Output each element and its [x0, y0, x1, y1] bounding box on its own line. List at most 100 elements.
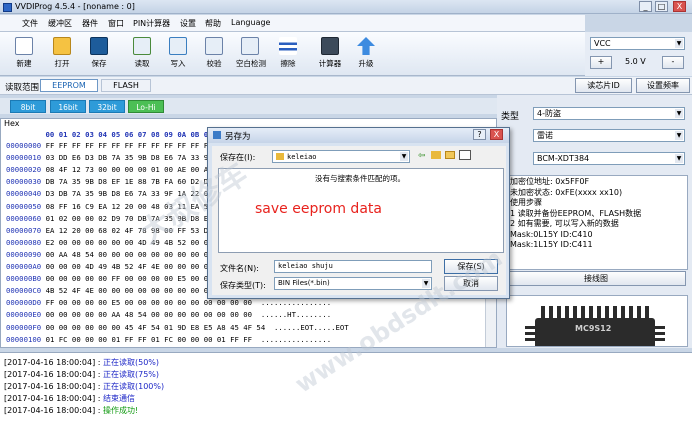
verify-icon	[205, 37, 223, 55]
new-button[interactable]: 新建	[10, 35, 38, 75]
chevron-down-icon: ▼	[675, 109, 683, 118]
power-panel: VCC ▼ + 5.0 V -	[585, 32, 692, 76]
new-folder-icon[interactable]	[445, 151, 455, 159]
upgrade-button[interactable]: 升级	[352, 35, 380, 75]
chip-package-icon	[525, 306, 665, 346]
menu-pin-calc[interactable]: PIN计算器	[133, 18, 170, 29]
cancel-dialog-button[interactable]: 取消	[444, 276, 498, 291]
hex-row: 000000D0 FF 00 00 00 00 E5 00 00 00 00 0…	[6, 298, 331, 309]
type-label: 类型	[501, 112, 520, 122]
log-line: [2017-04-16 18:00:04] : 正在读取(100%)	[4, 382, 165, 391]
menu-settings[interactable]: 设置	[180, 18, 196, 29]
hex-address: 000000C0	[6, 286, 42, 296]
hex-address: 00000010	[6, 153, 42, 163]
log-line: [2017-04-16 18:00:04] : 正在读取(75%)	[4, 370, 160, 379]
annotation-text: save eeprom data	[255, 201, 382, 217]
save-in-label: 保存在(I):	[220, 153, 256, 162]
calculator-icon	[321, 37, 339, 55]
back-icon[interactable]: ⇦	[418, 151, 426, 161]
filetype-select[interactable]: BIN Files(*.bin) ▼	[274, 277, 432, 290]
read-chip-id-button[interactable]: 读芯片ID	[575, 78, 632, 93]
tab-flash[interactable]: FLASH	[101, 79, 151, 92]
chevron-down-icon: ▼	[675, 131, 683, 140]
blank-check-icon	[241, 37, 259, 55]
filename-input[interactable]: keleiao shuju	[274, 260, 432, 273]
filename-label: 文件名(N):	[220, 264, 259, 273]
type-select[interactable]: 4-防盗 ▼	[533, 107, 685, 120]
calculator-button[interactable]: 计算器	[316, 35, 344, 75]
view-lohi-button[interactable]: Lo-Hi	[128, 100, 164, 113]
minimize-button[interactable]: _	[639, 1, 652, 12]
hex-bytes[interactable]: FF 00 00 00 00 E5 00 00 00 00 00 00 00 0…	[46, 298, 332, 307]
model-select[interactable]: BCM-XDT384 ▼	[533, 152, 685, 165]
empty-message: 没有与搜索条件匹配的项。	[315, 174, 405, 183]
blank-check-button[interactable]: 空白检测	[236, 35, 266, 75]
write-button[interactable]: 写入	[164, 35, 192, 75]
hex-bytes[interactable]: 00 00 00 00 00 00 45 4F 54 01 9D E8 E5 A…	[46, 323, 349, 332]
voltage-down-button[interactable]: -	[662, 56, 684, 69]
hex-address: 000000D0	[6, 298, 42, 308]
vendor-select[interactable]: 雷诺 ▼	[533, 129, 685, 142]
save-button[interactable]: 保存	[85, 35, 113, 75]
new-file-icon	[15, 37, 33, 55]
view-16bit-button[interactable]: 16bit	[50, 100, 86, 113]
close-button[interactable]: X	[673, 1, 686, 12]
write-chip-icon	[169, 37, 187, 55]
wiring-diagram-button[interactable]: 接线图	[506, 271, 686, 286]
help-button[interactable]: ?	[473, 129, 486, 140]
chevron-down-icon: ▼	[675, 39, 683, 48]
power-select[interactable]: VCC ▼	[590, 37, 685, 50]
menu-file[interactable]: 文件	[22, 18, 38, 29]
save-in-select[interactable]: keleiao ▼	[272, 150, 410, 163]
dialog-close-button[interactable]: X	[490, 129, 503, 140]
read-range-label: 读取范围	[5, 83, 40, 93]
menu-help[interactable]: 帮助	[205, 18, 221, 29]
tab-eeprom[interactable]: EEPROM	[40, 79, 98, 92]
hex-bytes[interactable]: 00 00 00 00 00 AA 48 54 00 00 00 00 00 0…	[46, 310, 332, 319]
menu-window[interactable]: 窗口	[108, 18, 124, 29]
verify-button[interactable]: 校验	[200, 35, 228, 75]
read-button[interactable]: 读取	[128, 35, 156, 75]
voltage-value: 5.0 V	[625, 57, 646, 66]
save-dialog-button[interactable]: 保存(S)	[444, 259, 498, 274]
hex-address: 000000F0	[6, 322, 42, 332]
set-frequency-button[interactable]: 设置频率	[636, 78, 690, 93]
filetype-label: 保存类型(T):	[220, 281, 266, 290]
menu-bar: 文件 缓冲区 器件 窗口 PIN计算器 设置 帮助 Language	[0, 15, 585, 32]
hex-address: 00000080	[6, 237, 42, 247]
log-line: [2017-04-16 18:00:04] : 操作成功!	[4, 406, 139, 415]
chip-info-text: 加密位地址: 0x5FF0F 未加密状态: 0xFE(xxxx xx10) 使用…	[506, 175, 688, 270]
hex-address: 00000060	[6, 213, 42, 223]
maximize-button[interactable]: □	[655, 1, 668, 12]
view-8bit-button[interactable]: 8bit	[10, 100, 46, 113]
open-button[interactable]: 打开	[48, 35, 76, 75]
dialog-title: 另存为	[225, 132, 251, 142]
hex-address: 00000040	[6, 189, 42, 199]
menu-language[interactable]: Language	[231, 18, 270, 27]
hex-address: 00000070	[6, 225, 42, 235]
chevron-down-icon: ▼	[675, 154, 683, 163]
read-range-bar: 读取范围 EEPROM FLASH 读芯片ID 设置频率	[0, 77, 692, 95]
hex-bytes[interactable]: 01 FC 00 00 00 01 FF FF 01 FC 00 00 00 0…	[46, 335, 332, 344]
app-icon	[3, 3, 12, 12]
view-mode-bar: 8bit 16bit 32bit Lo-Hi	[0, 98, 497, 114]
menu-device[interactable]: 器件	[82, 18, 98, 29]
read-chip-icon	[133, 37, 151, 55]
voltage-up-button[interactable]: +	[590, 56, 612, 69]
hex-row: 00000100 01 FC 00 00 00 01 FF FF 01 FC 0…	[6, 335, 331, 346]
up-folder-icon[interactable]	[431, 151, 441, 159]
file-list[interactable]: 没有与搜索条件匹配的项。 save eeprom data	[218, 168, 504, 253]
hex-row: 000000E0 00 00 00 00 00 AA 48 54 00 00 0…	[6, 310, 331, 321]
erase-button[interactable]: 擦除	[274, 35, 302, 75]
hex-row: 000000F0 00 00 00 00 00 00 45 4F 54 01 9…	[6, 323, 349, 334]
arrow-up-icon	[357, 37, 375, 55]
folder-icon	[276, 153, 284, 160]
view-32bit-button[interactable]: 32bit	[89, 100, 125, 113]
save-as-dialog: 另存为 ? X 保存在(I): keleiao ▼ ⇦ 没有与搜索条件匹配的项。…	[207, 127, 510, 299]
hex-address: 00000050	[6, 201, 42, 211]
chip-image: MC9S12	[506, 295, 688, 347]
title-bar: VVDIProg 4.5.4 - [noname : 0] _ □ X	[0, 0, 692, 14]
view-menu-icon[interactable]	[459, 150, 471, 160]
menu-buffer[interactable]: 缓冲区	[48, 18, 72, 29]
hex-label: Hex	[4, 119, 20, 128]
